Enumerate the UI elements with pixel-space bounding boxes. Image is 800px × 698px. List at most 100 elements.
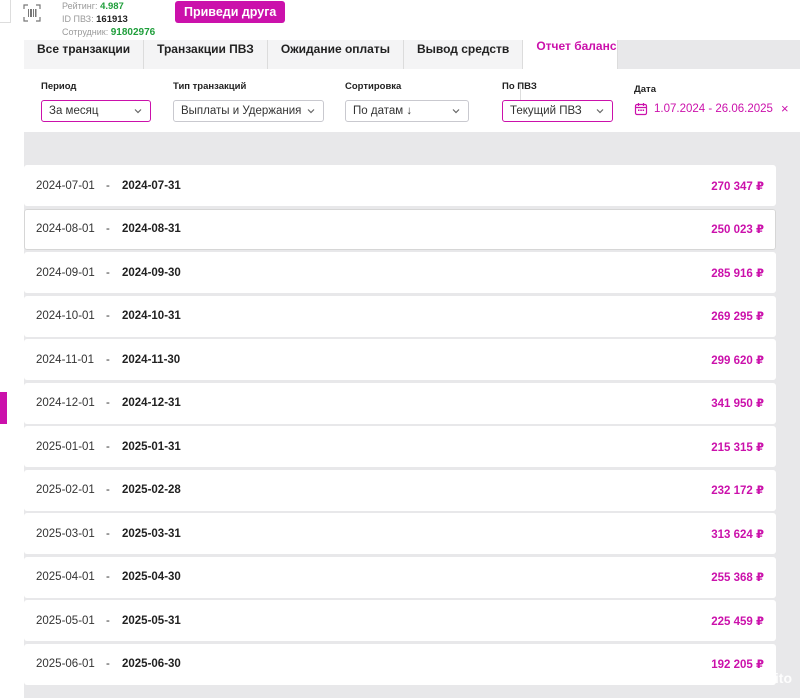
period-start: 2024-08-01 <box>36 223 95 235</box>
period-start: 2024-07-01 <box>36 179 95 192</box>
rating-label: Рейтинг: <box>62 1 98 11</box>
chevron-down-icon <box>307 109 315 114</box>
type-filter: Тип транзакций Выплаты и Удержания <box>173 81 324 122</box>
period-start: 2024-10-01 <box>36 310 95 322</box>
date-filter: Дата 1.07.2024 - 26.06.2025 × <box>634 84 789 116</box>
date-label: Дата <box>634 84 656 95</box>
left-accent-marker <box>0 392 7 424</box>
watermark: Avito <box>757 670 792 686</box>
tab-bar: Все транзакции Транзакции ПВЗ Ожидание о… <box>24 40 619 69</box>
pvz-stats: Рейтинг: 4.987 ID ПВЗ: 161913 Сотрудник:… <box>62 0 155 39</box>
chevron-down-icon <box>134 109 142 114</box>
period-separator: - <box>106 397 110 409</box>
chevron-down-icon <box>596 109 604 114</box>
period-separator: - <box>106 310 110 322</box>
report-row[interactable]: 2024-11-01-2024-11-30 299 620 ₽ <box>24 339 776 380</box>
period-amount: 192 205 ₽ <box>711 659 764 671</box>
period-start: 2024-09-01 <box>36 266 95 279</box>
tab-balance-report[interactable]: Отчет баланс <box>523 40 619 69</box>
pvz-value: Текущий ПВЗ <box>510 105 582 117</box>
period-separator: - <box>106 223 110 235</box>
report-row[interactable]: 2024-12-01-2024-12-31 341 950 ₽ <box>24 382 776 424</box>
sort-select[interactable]: По датам ↓ <box>345 100 469 122</box>
report-row[interactable]: 2024-07-01-2024-07-31 270 347 ₽ <box>24 165 776 206</box>
invite-friend-button[interactable]: Приведи друга <box>175 1 286 23</box>
report-row[interactable]: 2025-04-01-2025-04-30 255 368 ₽ <box>24 556 776 598</box>
report-row[interactable]: 2024-10-01-2024-10-31 269 295 ₽ <box>24 295 776 337</box>
period-separator: - <box>106 614 110 627</box>
chevron-down-icon <box>452 109 460 114</box>
period-end: 2025-06-30 <box>122 658 181 670</box>
period-end: 2024-09-30 <box>122 266 181 279</box>
report-row[interactable]: 2025-05-01-2025-05-31 225 459 ₽ <box>24 600 776 641</box>
period-amount: 299 620 ₽ <box>711 354 764 367</box>
pvz-select[interactable]: Текущий ПВЗ <box>502 100 613 122</box>
tab-awaiting-payment[interactable]: Ожидание оплаты <box>267 40 404 69</box>
employee-label: Сотрудник: <box>62 27 109 37</box>
sort-filter: Сортировка По датам ↓ <box>345 81 469 122</box>
period-start: 2025-01-01 <box>36 440 95 453</box>
period-start: 2024-12-01 <box>36 397 95 409</box>
pvz-filter: По ПВЗ Текущий ПВЗ <box>502 81 613 122</box>
period-amount: 255 368 ₽ <box>711 572 764 584</box>
pvz-id-label: ID ПВЗ: <box>62 14 94 24</box>
period-end: 2025-01-31 <box>122 440 181 453</box>
report-row[interactable]: 2024-09-01-2024-09-30 285 916 ₽ <box>24 252 776 293</box>
period-separator: - <box>106 484 110 496</box>
balance-report-list: 2024-07-01-2024-07-31 270 347 ₽2024-08-01… <box>24 165 776 687</box>
period-end: 2025-05-31 <box>122 614 181 627</box>
period-separator: - <box>106 571 110 583</box>
period-amount: 270 347 ₽ <box>711 180 764 193</box>
top-bar: Рейтинг: 4.987 ID ПВЗ: 161913 Сотрудник:… <box>0 0 800 40</box>
period-amount: 313 624 ₽ <box>711 528 764 541</box>
period-value: За месяц <box>49 105 99 117</box>
type-select[interactable]: Выплаты и Удержания <box>173 100 324 122</box>
tab-pvz-transactions[interactable]: Транзакции ПВЗ <box>144 40 268 69</box>
period-start: 2025-03-01 <box>36 527 95 540</box>
left-panel-edge <box>0 0 11 23</box>
tab-all-transactions[interactable]: Все транзакции <box>24 40 145 69</box>
clear-date-icon[interactable]: × <box>781 101 789 116</box>
period-separator: - <box>106 179 110 192</box>
barcode-scan-icon[interactable] <box>23 4 41 22</box>
period-label: Период <box>41 81 77 92</box>
period-end: 2024-10-31 <box>122 310 181 322</box>
period-amount: 269 295 ₽ <box>711 311 764 323</box>
tab-withdrawals[interactable]: Вывод средств <box>403 40 524 69</box>
period-separator: - <box>106 527 110 540</box>
period-end: 2025-04-30 <box>122 571 181 583</box>
period-select[interactable]: За месяц <box>41 100 151 122</box>
date-range-picker[interactable]: 1.07.2024 - 26.06.2025 × <box>634 101 789 116</box>
report-row[interactable]: 2025-06-01-2025-06-30 192 205 ₽ <box>24 643 776 685</box>
period-separator: - <box>106 658 110 670</box>
period-start: 2025-02-01 <box>36 484 95 496</box>
date-range-value: 1.07.2024 - 26.06.2025 <box>654 102 773 115</box>
period-start: 2025-04-01 <box>36 571 95 583</box>
period-separator: - <box>106 353 110 366</box>
pvz-id-value: 161913 <box>96 14 128 25</box>
period-filter: Период За месяц <box>41 81 151 122</box>
period-separator: - <box>106 440 110 453</box>
sort-label: Сортировка <box>345 81 402 92</box>
period-separator: - <box>106 266 110 279</box>
period-amount: 250 023 ₽ <box>711 224 764 236</box>
period-start: 2025-05-01 <box>36 614 95 627</box>
period-end: 2024-12-31 <box>122 397 181 409</box>
period-end: 2024-11-30 <box>122 353 181 366</box>
calendar-icon <box>634 102 648 115</box>
period-start: 2024-11-01 <box>36 353 94 366</box>
sort-value: По датам ↓ <box>353 105 413 117</box>
report-row[interactable]: 2025-03-01-2025-03-31 313 624 ₽ <box>24 513 776 554</box>
pvz-label: По ПВЗ <box>502 81 537 92</box>
period-amount: 215 315 ₽ <box>711 441 764 454</box>
period-amount: 285 916 ₽ <box>711 267 764 280</box>
report-row[interactable]: 2024-08-01-2024-08-31 250 023 ₽ <box>24 208 776 250</box>
period-end: 2025-03-31 <box>122 527 181 540</box>
period-end: 2024-08-31 <box>122 223 181 235</box>
report-row[interactable]: 2025-01-01-2025-01-31 215 315 ₽ <box>24 426 776 467</box>
type-value: Выплаты и Удержания <box>181 105 302 117</box>
period-start: 2025-06-01 <box>36 658 95 670</box>
report-row[interactable]: 2025-02-01-2025-02-28 232 172 ₽ <box>24 469 776 511</box>
period-end: 2025-02-28 <box>122 484 181 496</box>
rating-value: 4.987 <box>100 1 124 12</box>
